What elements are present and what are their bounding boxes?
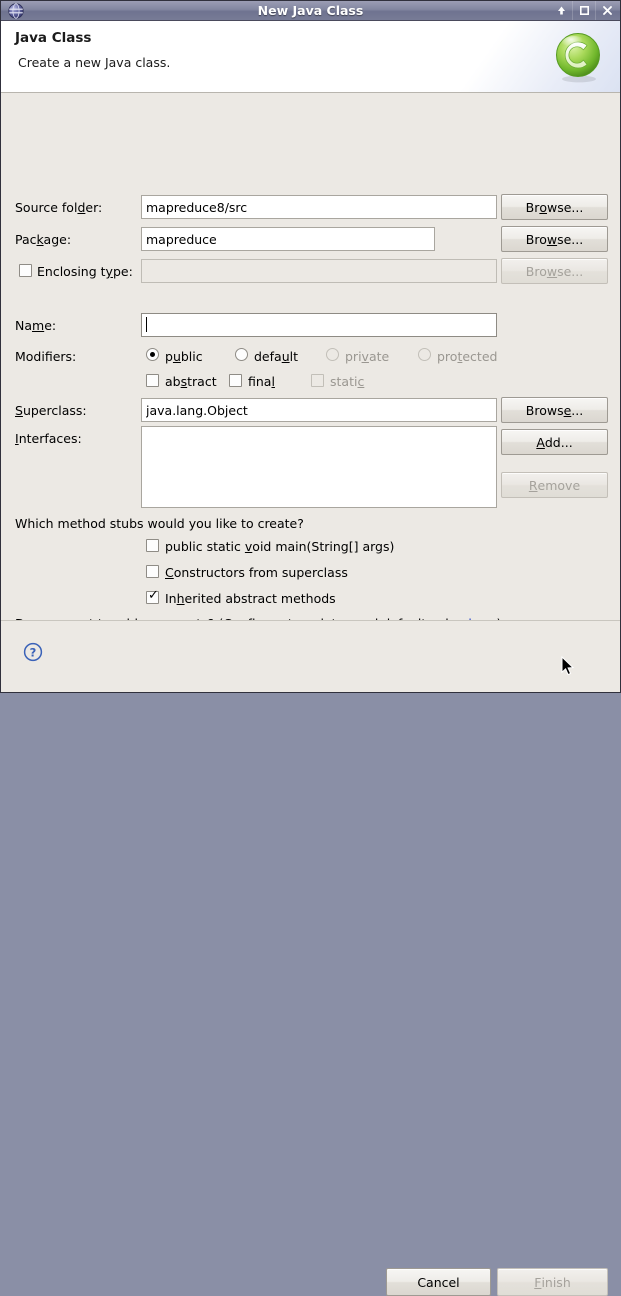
page-title: Java Class [15, 30, 92, 46]
stub-label-inherited-abstract: Inherited abstract methods [165, 591, 336, 606]
stub-checkbox-constructors[interactable] [146, 565, 159, 578]
checkmark-icon: ✓ [148, 588, 159, 603]
source-folder-input[interactable] [141, 195, 497, 219]
modifier-radio-private [326, 348, 339, 361]
name-input[interactable] [141, 313, 497, 337]
java-class-green-c-icon [552, 30, 606, 84]
page-description: Create a new Java class. [18, 55, 171, 70]
interfaces-add-button[interactable]: Add... [501, 429, 608, 455]
maximize-window-button[interactable] [573, 1, 595, 20]
modifier-checkbox-abstract[interactable] [146, 374, 159, 387]
stub-checkbox-inherited-abstract[interactable]: ✓ [146, 588, 159, 604]
modifier-radio-protected [418, 348, 431, 361]
enclosing-type-browse-button: Bro w se... [501, 258, 608, 284]
new-java-class-dialog: New Java Class Java Class Create a new J… [0, 0, 621, 1296]
name-label: Name: [15, 318, 57, 333]
cancel-button[interactable]: Cancel [386, 1268, 491, 1296]
stub-checkbox-main-method[interactable] [146, 539, 159, 552]
eclipse-globe-icon [7, 2, 25, 20]
modifiers-label: Modifiers: [15, 349, 77, 364]
superclass-input[interactable] [141, 398, 497, 422]
stub-label-main-method: public static void main(String[] args) [165, 539, 395, 554]
interfaces-remove-button: Remove [501, 472, 608, 498]
package-input[interactable] [141, 227, 435, 251]
modifier-label-protected: protected [437, 349, 498, 364]
superclass-browse-button[interactable]: Brows e... [501, 397, 608, 423]
name-input-wrapper [141, 313, 497, 337]
superclass-label: Superclass: [15, 403, 87, 418]
enclosing-type-label: Enclosing type: [37, 264, 133, 279]
package-label: Package: [15, 232, 72, 247]
modifier-checkbox-final[interactable] [229, 374, 242, 387]
radio-dot [150, 352, 155, 357]
modifier-label-abstract: abstract [165, 374, 217, 389]
dialog-footer: ? Cancel Finish [1, 620, 620, 1296]
source-folder-label: Source folder: [15, 200, 103, 215]
enclosing-type-checkbox[interactable] [19, 264, 32, 277]
source-folder-browse-button[interactable]: Br o wse... [501, 194, 608, 220]
title-bar[interactable]: New Java Class [1, 1, 620, 21]
modifier-label-public: public [165, 349, 203, 364]
shade-window-button[interactable] [550, 1, 572, 20]
text-cursor [146, 317, 147, 332]
interfaces-label: Interfaces: [15, 431, 82, 446]
stub-label-constructors: Constructors from superclass [165, 565, 348, 580]
modifier-checkbox-static [311, 374, 324, 387]
dialog-header: Java Class Create a new Java class. [1, 21, 620, 93]
help-question-icon[interactable]: ? [23, 642, 43, 662]
finish-button: Finish [497, 1268, 608, 1296]
window-controls [550, 1, 618, 20]
interfaces-list[interactable] [141, 426, 497, 508]
close-window-button[interactable] [596, 1, 618, 20]
modifier-label-private: private [345, 349, 390, 364]
method-stubs-question: Which method stubs would you like to cre… [15, 516, 304, 531]
package-browse-button[interactable]: Bro w se... [501, 226, 608, 252]
enclosing-type-input [141, 259, 497, 283]
modifier-label-static: static [330, 374, 365, 389]
window-title: New Java Class [257, 3, 364, 18]
dialog-body: Source folder: Browse... Package: Browse… [1, 93, 620, 655]
modifier-radio-public[interactable] [146, 348, 159, 361]
svg-text:?: ? [30, 646, 37, 660]
modifier-label-final: final [248, 374, 275, 389]
modifier-radio-default[interactable] [235, 348, 248, 361]
modifier-label-default: default [254, 349, 298, 364]
